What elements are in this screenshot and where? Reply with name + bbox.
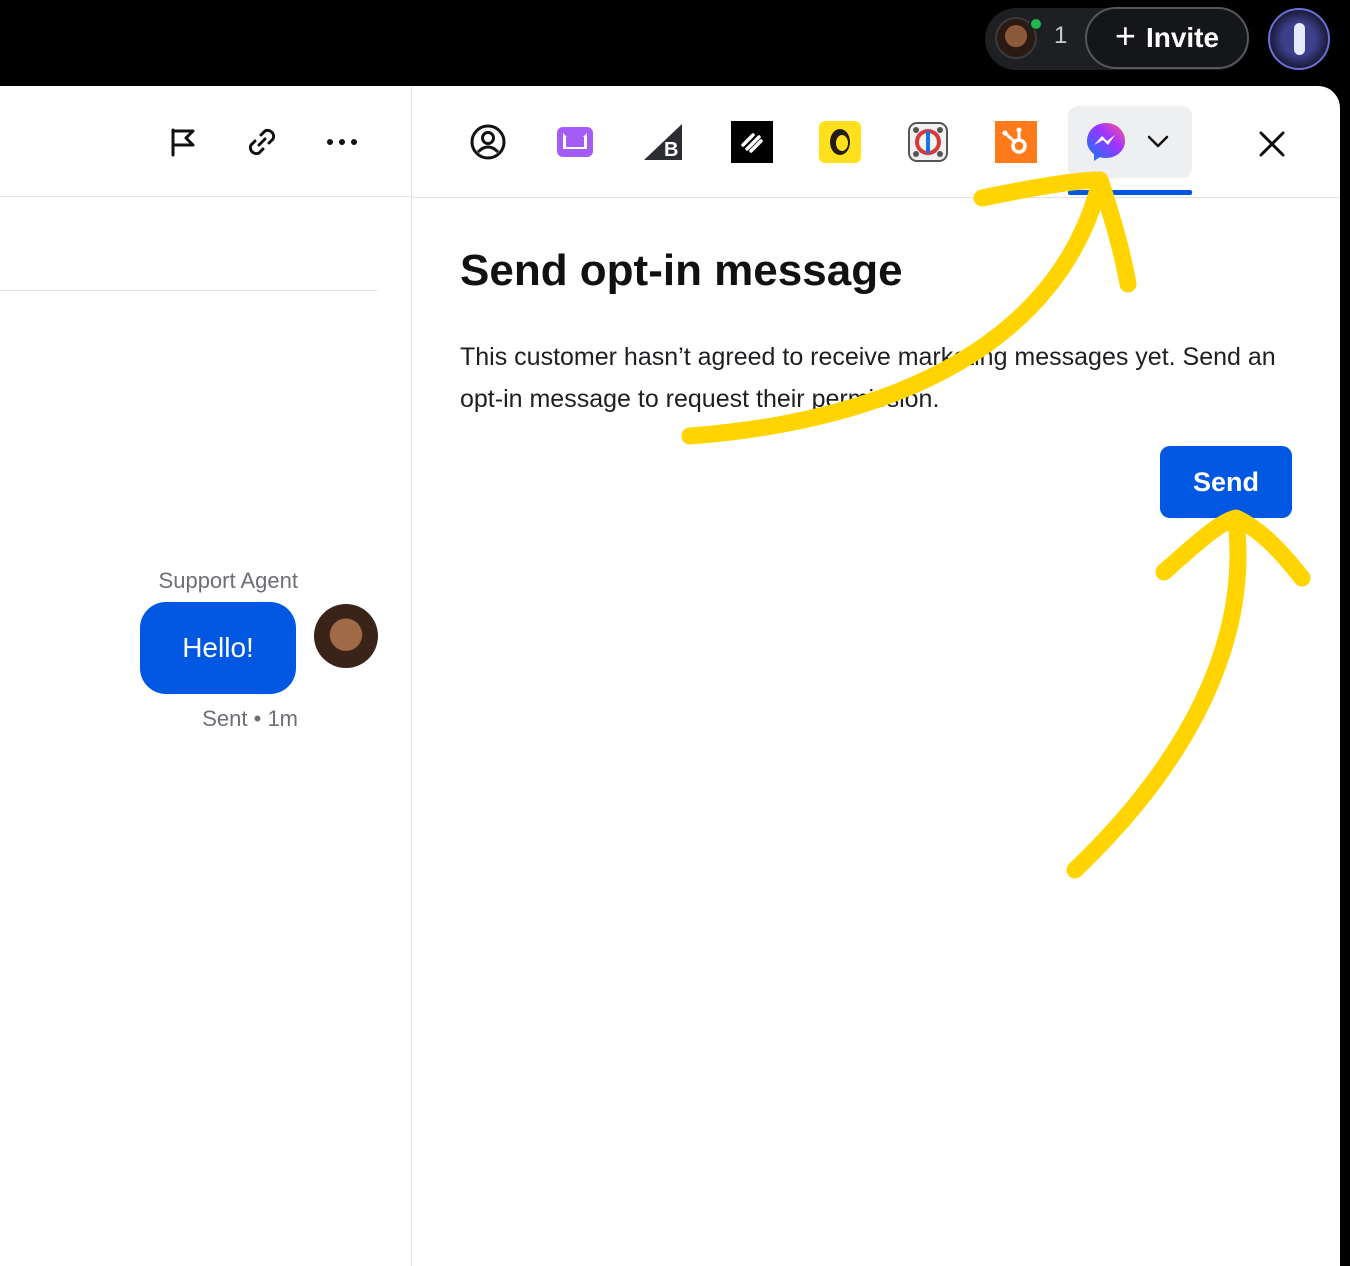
messenger-icon[interactable] xyxy=(1084,120,1128,164)
chevron-down-icon[interactable] xyxy=(1136,120,1180,164)
bigcommerce-icon[interactable]: B xyxy=(641,120,685,164)
message-bubble[interactable]: Hello! xyxy=(140,602,296,694)
top-bar: 1 + Invite xyxy=(0,0,1350,86)
conversation-toolbar xyxy=(0,86,411,197)
panel-title: Send opt-in message xyxy=(460,246,903,295)
app-active-underline xyxy=(1068,190,1192,195)
hubspot-icon[interactable] xyxy=(994,120,1038,164)
online-indicator xyxy=(1029,17,1043,31)
close-icon[interactable] xyxy=(1252,124,1292,164)
panel-description: This customer hasn’t agreed to receive m… xyxy=(460,343,1276,413)
squarespace-icon[interactable] xyxy=(730,120,774,164)
status-text: Sent xyxy=(202,706,248,731)
klaviyo-icon[interactable] xyxy=(553,120,597,164)
details-pane: B Send opt-in message This customer hasn… xyxy=(412,86,1340,1266)
apps-bar: B xyxy=(412,86,1340,198)
more-options-icon[interactable] xyxy=(322,122,362,162)
conversation-pane: Support Agent Hello! Sent • 1m xyxy=(0,86,412,1266)
mailchimp-icon[interactable] xyxy=(818,120,862,164)
ai-assistant-button[interactable] xyxy=(1268,8,1330,70)
main-card: Support Agent Hello! Sent • 1m B Send op… xyxy=(0,86,1340,1266)
message-author: Support Agent xyxy=(158,568,298,593)
link-icon[interactable] xyxy=(242,122,282,162)
ai-orb-icon xyxy=(1294,23,1305,55)
svg-text:B: B xyxy=(664,139,678,161)
flag-icon[interactable] xyxy=(162,122,202,162)
presence-count: 1 xyxy=(1054,22,1068,49)
status-time: 1m xyxy=(267,706,298,731)
plus-icon: + xyxy=(1114,15,1136,56)
integration-icon[interactable] xyxy=(906,120,950,164)
invite-label: Invite xyxy=(1145,22,1220,53)
invite-button[interactable]: + Invite xyxy=(1085,7,1249,69)
separator-dot: • xyxy=(253,706,268,731)
divider xyxy=(0,290,378,291)
send-button[interactable]: Send xyxy=(1160,446,1292,518)
profile-icon[interactable] xyxy=(466,120,510,164)
message-status: Sent • 1m xyxy=(150,706,298,732)
agent-avatar xyxy=(314,604,378,668)
